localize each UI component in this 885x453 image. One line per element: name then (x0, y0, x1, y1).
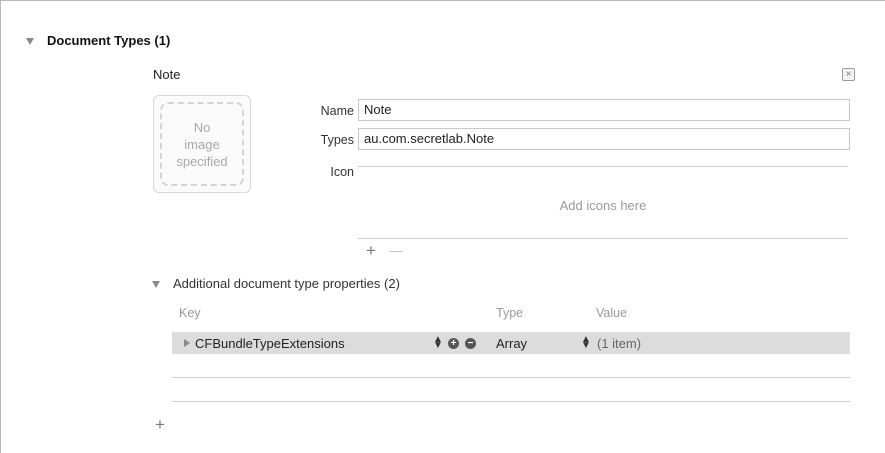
add-icons-placeholder[interactable]: Add icons here (358, 198, 848, 213)
type-stepper-icon[interactable]: ▲ ▼ (581, 335, 591, 351)
icon-area-top-divider (358, 166, 848, 167)
types-field[interactable]: au.com.secretlab.Note (358, 128, 850, 150)
value-column-header: Value (596, 306, 628, 320)
image-well[interactable]: No image specified (153, 95, 251, 193)
remove-icon-button[interactable]: — (390, 242, 403, 259)
close-icon[interactable]: × (842, 68, 855, 81)
image-placeholder-text: No image specified (160, 102, 244, 186)
section-title: Document Types (1) (47, 33, 171, 48)
name-label: Name (320, 104, 354, 118)
section-disclosure-icon[interactable] (26, 38, 34, 45)
row-disclosure-icon[interactable] (184, 339, 190, 347)
key-column-header: Key (179, 306, 201, 320)
row-value: (1 item) (597, 336, 642, 351)
type-column-header: Type (496, 306, 524, 320)
row-type[interactable]: Array (496, 336, 527, 351)
icon-label: Icon (330, 165, 354, 179)
up-down-stepper-icon[interactable]: ▲ ▼ (433, 335, 443, 351)
minus-circle-icon[interactable]: − (465, 338, 476, 349)
additional-properties-title: Additional document type properties (2) (173, 276, 400, 291)
row-key[interactable]: CFBundleTypeExtensions (195, 336, 345, 351)
icon-area-bottom-divider (358, 238, 848, 239)
add-document-type-button[interactable]: + (155, 416, 165, 433)
document-heading: Note (153, 67, 181, 82)
add-icon-button[interactable]: + (366, 242, 376, 259)
name-field[interactable]: Note (358, 99, 850, 121)
table-bottom-divider (172, 401, 850, 402)
window-top-border (0, 0, 885, 1)
additional-disclosure-icon[interactable] (152, 281, 160, 288)
table-row-divider (172, 377, 850, 378)
plus-circle-icon[interactable]: + (448, 338, 459, 349)
types-label: Types (320, 133, 354, 147)
window-left-border (0, 0, 1, 453)
